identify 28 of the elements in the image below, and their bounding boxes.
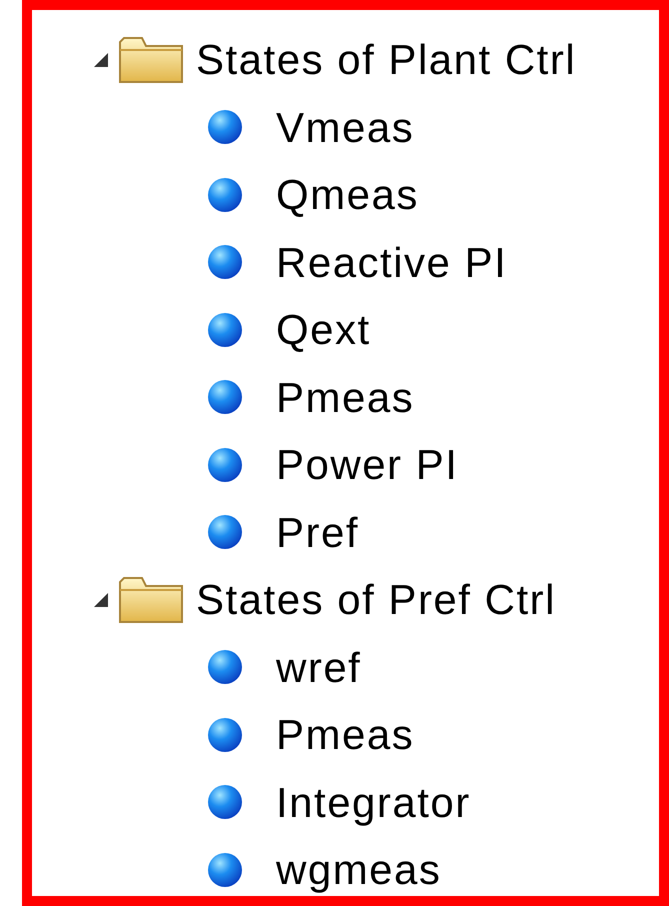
sphere-icon [206, 108, 244, 146]
sphere-icon [206, 378, 244, 416]
collapse-arrow-icon[interactable] [92, 590, 110, 609]
tree-item-label[interactable]: Power PI [276, 433, 458, 496]
sphere-icon [206, 176, 244, 214]
tree-item-label[interactable]: Qext [276, 298, 371, 362]
sphere-icon [206, 446, 244, 484]
sphere-icon [206, 513, 244, 552]
folder-icon [118, 36, 184, 84]
tree-item-label[interactable]: wgmeas [276, 838, 442, 896]
folder-icon [118, 576, 184, 624]
sphere-icon [206, 850, 244, 889]
collapse-arrow-icon[interactable] [92, 50, 110, 69]
tree-item-label[interactable]: Pref [276, 500, 360, 564]
sphere-icon [206, 716, 244, 754]
tree-item-label[interactable]: Qmeas [276, 163, 419, 226]
tree-item-label[interactable]: Integrator [276, 770, 471, 834]
tree-item-label[interactable]: wref [276, 636, 362, 699]
folder-label[interactable]: States of Pref Ctrl [196, 568, 556, 632]
sphere-icon [206, 310, 244, 349]
folder-label[interactable]: States of Plant Ctrl [196, 28, 576, 92]
tree-item-label[interactable]: Pmeas [276, 366, 414, 429]
sphere-icon [206, 243, 244, 282]
sphere-icon [206, 648, 244, 686]
tree-item-label[interactable]: Reactive PI [276, 230, 508, 294]
sphere-icon [206, 783, 244, 822]
tree-item-label[interactable]: Vmeas [276, 96, 414, 159]
tree-item-label[interactable]: Pmeas [276, 703, 414, 766]
